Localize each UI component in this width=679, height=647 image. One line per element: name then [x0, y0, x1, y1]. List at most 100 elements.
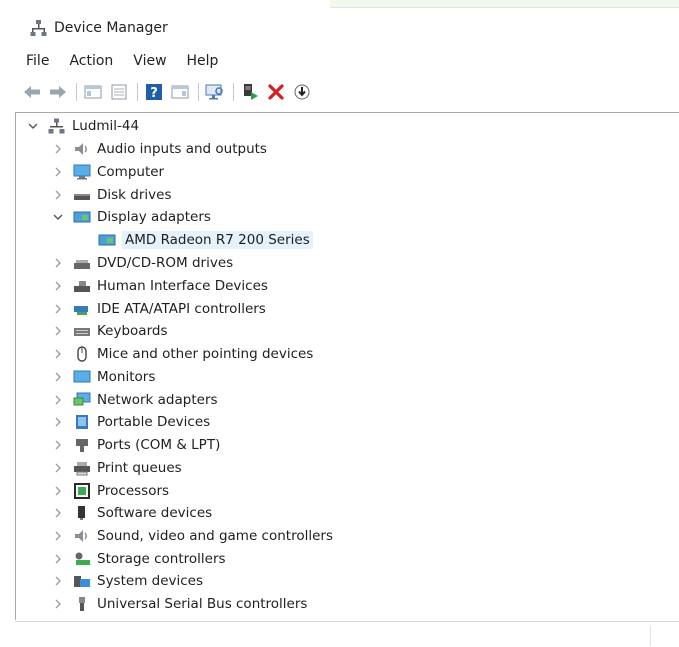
toolbar-separator [198, 83, 199, 101]
chevron-right-icon[interactable] [51, 370, 65, 384]
category-label: Universal Serial Bus controllers [97, 596, 308, 612]
forward-arrow-icon[interactable] [48, 82, 68, 102]
menu-view[interactable]: View [133, 53, 166, 69]
category-label: Ports (COM & LPT) [97, 437, 221, 453]
chevron-right-icon[interactable] [51, 529, 65, 543]
tree-category-ide[interactable]: IDE ATA/ATAPI controllers [51, 298, 266, 320]
category-label: Processors [97, 483, 170, 499]
chevron-right-icon[interactable] [51, 347, 65, 361]
monitor-icon [73, 164, 91, 180]
chevron-right-icon[interactable] [51, 393, 65, 407]
category-label: Print queues [97, 460, 182, 476]
chevron-right-icon[interactable] [51, 165, 65, 179]
tree-category-mice[interactable]: Mice and other pointing devices [51, 343, 313, 365]
chevron-right-icon[interactable] [51, 552, 65, 566]
category-label: Sound, video and game controllers [97, 528, 333, 544]
device-label: AMD Radeon R7 200 Series [122, 231, 313, 249]
tree-category-dvd[interactable]: DVD/CD-ROM drives [51, 252, 233, 274]
network-adapter-icon [73, 392, 91, 408]
tree-category-computer[interactable]: Computer [51, 161, 164, 183]
mouse-icon [73, 346, 91, 362]
tree-category-hid[interactable]: Human Interface Devices [51, 275, 268, 297]
tree-category-disk-drives[interactable]: Disk drives [51, 184, 172, 206]
tree-category-storage[interactable]: Storage controllers [51, 548, 226, 570]
portable-device-icon [73, 414, 91, 430]
keyboard-icon [73, 323, 91, 339]
uninstall-device-icon[interactable] [266, 82, 286, 102]
device-manager-icon [30, 19, 48, 37]
tree-root[interactable]: Ludmil-44 [26, 115, 139, 137]
tree-category-system-devices[interactable]: System devices [51, 570, 203, 592]
computer-tree-icon [48, 118, 66, 134]
tree-category-software-devices[interactable]: Software devices [51, 502, 212, 524]
tree-category-portable[interactable]: Portable Devices [51, 411, 210, 433]
chevron-right-icon[interactable] [51, 461, 65, 475]
tree-category-ports[interactable]: Ports (COM & LPT) [51, 434, 220, 456]
dvd-drive-icon [73, 255, 91, 271]
menu-file[interactable]: File [26, 53, 49, 69]
category-label: Network adapters [97, 392, 218, 408]
system-device-icon [73, 573, 91, 589]
tree-category-display-adapters[interactable]: Display adapters [51, 206, 211, 228]
tree-category-keyboards[interactable]: Keyboards [51, 320, 168, 342]
menu-action[interactable]: Action [69, 53, 113, 69]
chevron-down-icon[interactable] [51, 210, 65, 224]
hid-icon [73, 278, 91, 294]
category-label: Computer [97, 164, 165, 180]
chevron-right-icon[interactable] [51, 506, 65, 520]
title-bar: Device Manager [0, 12, 679, 44]
enable-device-icon[interactable] [292, 82, 312, 102]
category-label: Monitors [97, 369, 156, 385]
speaker-icon [73, 528, 91, 544]
tree-category-monitors[interactable]: Monitors [51, 366, 155, 388]
speaker-icon [73, 141, 91, 157]
chevron-right-icon[interactable] [51, 142, 65, 156]
tree-category-processors[interactable]: Processors [51, 480, 169, 502]
status-bar [15, 621, 679, 647]
chevron-right-icon[interactable] [51, 438, 65, 452]
scan-hardware-changes-icon[interactable] [205, 82, 225, 102]
chevron-down-icon[interactable] [26, 119, 40, 133]
printer-icon [73, 460, 91, 476]
usb-icon [73, 596, 91, 612]
tree-category-network[interactable]: Network adapters [51, 389, 218, 411]
category-label: Human Interface Devices [97, 278, 268, 294]
toolbar-separator [76, 83, 77, 101]
category-label: Disk drives [97, 187, 172, 203]
chevron-right-icon[interactable] [51, 279, 65, 293]
toolbar-separator [137, 83, 138, 101]
action-pane-icon[interactable] [170, 82, 190, 102]
ide-controller-icon [73, 301, 91, 317]
tree-device-amd-radeon[interactable]: AMD Radeon R7 200 Series [98, 229, 313, 251]
category-label: Display adapters [97, 209, 211, 225]
background-strip [330, 0, 679, 8]
status-divider [650, 626, 651, 646]
menu-help[interactable]: Help [187, 53, 219, 69]
software-device-icon [73, 505, 91, 521]
update-driver-icon[interactable] [240, 82, 260, 102]
chevron-right-icon[interactable] [51, 484, 65, 498]
chevron-right-icon[interactable] [51, 597, 65, 611]
category-label: Storage controllers [97, 551, 226, 567]
category-label: Portable Devices [97, 414, 211, 430]
back-arrow-icon[interactable] [22, 82, 42, 102]
tree-category-audio[interactable]: Audio inputs and outputs [51, 138, 267, 160]
port-icon [73, 437, 91, 453]
show-hide-console-tree-icon[interactable] [83, 82, 103, 102]
tree-category-sound-video[interactable]: Sound, video and game controllers [51, 525, 333, 547]
chevron-right-icon[interactable] [51, 415, 65, 429]
chevron-right-icon[interactable] [51, 256, 65, 270]
disk-drive-icon [73, 187, 91, 203]
toolbar: ? [0, 77, 679, 107]
toolbar-separator [233, 83, 234, 101]
chevron-right-icon[interactable] [51, 302, 65, 316]
chevron-right-icon[interactable] [51, 324, 65, 338]
chevron-right-icon[interactable] [51, 188, 65, 202]
properties-pane-icon[interactable] [109, 82, 129, 102]
tree-category-usb[interactable]: Universal Serial Bus controllers [51, 593, 307, 615]
category-label: Software devices [97, 505, 213, 521]
tree-category-print-queues[interactable]: Print queues [51, 457, 182, 479]
help-icon[interactable]: ? [144, 82, 164, 102]
category-label: Mice and other pointing devices [97, 346, 314, 362]
chevron-right-icon[interactable] [51, 574, 65, 588]
